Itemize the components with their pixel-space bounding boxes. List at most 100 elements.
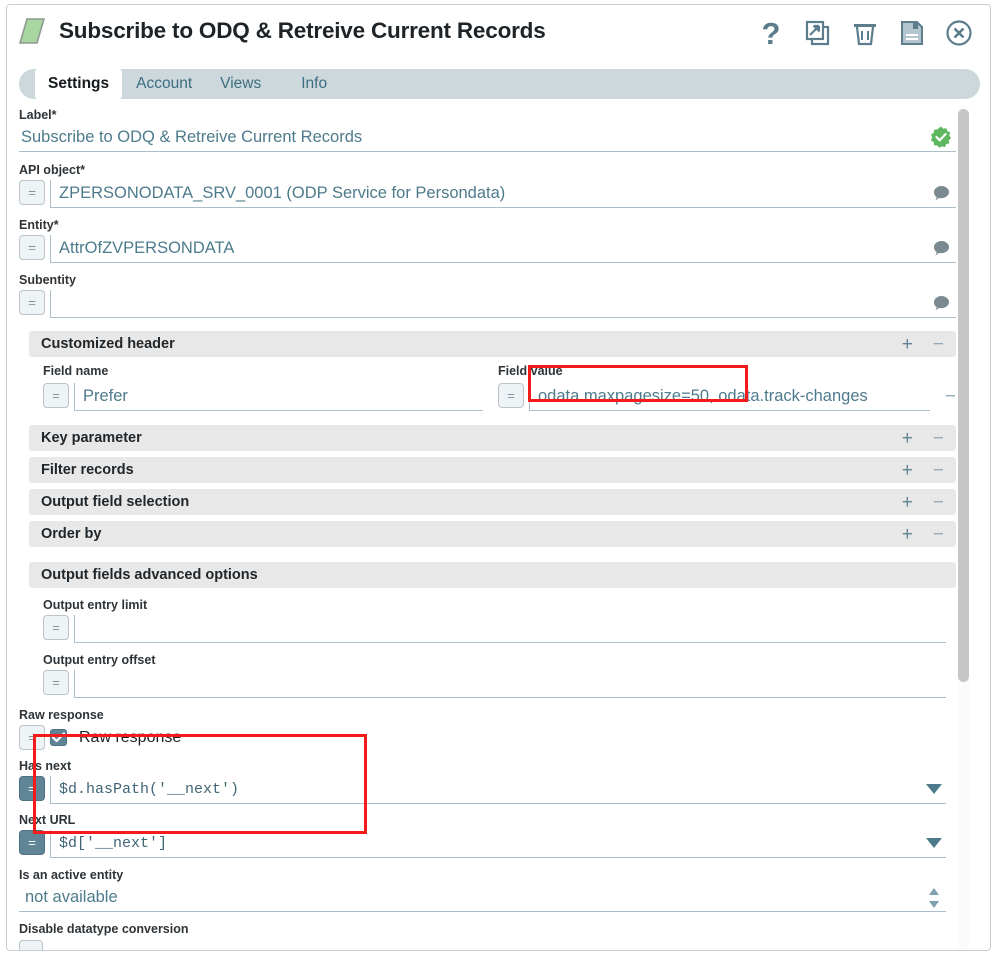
output-entry-limit-input[interactable] — [74, 615, 946, 643]
api-object-row: = ZPERSONODATA_SRV_0001 (ODP Service for… — [19, 180, 956, 208]
section-output-field-selection[interactable]: Output field selection + − — [29, 489, 956, 515]
field-value-input[interactable]: odata.maxpagesize=50, odata.track-change… — [529, 383, 930, 411]
next-url-formula-toggle[interactable]: = — [19, 830, 45, 855]
save-icon[interactable] — [897, 17, 927, 49]
section-output-fields-advanced-options[interactable]: Output fields advanced options — [29, 562, 956, 588]
tab-account[interactable]: Account — [122, 69, 206, 99]
output-entry-offset-caption: Output entry offset — [43, 653, 156, 667]
output-entry-limit-caption: Output entry limit — [43, 598, 148, 612]
raw-response-checkbox-label: Raw response — [79, 728, 182, 746]
comment-bubble-icon[interactable] — [933, 295, 950, 311]
duplicate-icon[interactable] — [803, 17, 833, 49]
next-url-caption: Next URL — [19, 813, 76, 827]
tab-views[interactable]: Views — [206, 69, 275, 99]
field-raw-response-group: Raw response = Raw response — [19, 707, 956, 750]
section-order-by-add-button[interactable]: + — [902, 525, 913, 544]
green-parallelogram-icon — [19, 18, 45, 44]
entity-input-value: AttrOfZVPERSONDATA — [59, 239, 235, 257]
output-entry-limit-formula-toggle[interactable]: = — [43, 615, 69, 640]
vertical-scrollbar[interactable] — [958, 105, 969, 950]
section-filter-records[interactable]: Filter records + − — [29, 457, 956, 483]
customized-header-remove-button[interactable]: − — [933, 335, 944, 354]
section-key-parameter-add-button[interactable]: + — [902, 429, 913, 448]
has-next-row: = $d.hasPath('__next') — [19, 776, 946, 804]
entity-caption: Entity* — [19, 218, 59, 232]
api-object-input-value: ZPERSONODATA_SRV_0001 (ODP Service for P… — [59, 184, 506, 202]
window-title: Subscribe to ODQ & Retreive Current Reco… — [59, 18, 546, 43]
is-active-entity-input[interactable]: not available — [19, 884, 946, 912]
tab-strip-wrapper: Settings Account Views Info — [19, 69, 980, 99]
subentity-input[interactable] — [50, 290, 956, 318]
output-entry-offset-formula-toggle[interactable]: = — [43, 670, 69, 695]
is-active-entity-row: not available — [19, 884, 946, 912]
section-key-parameter-remove-button[interactable]: − — [933, 429, 944, 448]
section-filter-records-remove-button[interactable]: − — [933, 461, 944, 480]
scrollbar-thumb[interactable] — [958, 109, 969, 682]
section-order-by-remove-button[interactable]: − — [933, 525, 944, 544]
tab-strip: Settings Account Views Info — [19, 69, 980, 99]
section-output-field-selection-remove-button[interactable]: − — [933, 493, 944, 512]
output-entry-limit-row: = — [43, 615, 946, 643]
tab-info[interactable]: Info — [287, 69, 341, 99]
entity-row: = AttrOfZVPERSONDATA — [19, 235, 956, 263]
disable-datatype-conversion-caption: Disable datatype conversion — [19, 922, 189, 936]
entity-formula-toggle[interactable]: = — [19, 235, 45, 260]
field-subentity-group: Subentity = — [19, 272, 956, 318]
section-key-parameter[interactable]: Key parameter + − — [29, 425, 956, 451]
chevron-down-icon[interactable] — [926, 838, 942, 848]
entity-input[interactable]: AttrOfZVPERSONDATA — [50, 235, 956, 263]
api-object-caption: API object* — [19, 163, 85, 177]
tab-settings[interactable]: Settings — [35, 69, 123, 99]
field-name-column-header: Field name — [43, 364, 109, 378]
customized-header-columns: Field name Field value — [43, 364, 956, 378]
subentity-row: = — [19, 290, 956, 318]
settings-form: Label* Subscribe to ODQ & Retreive Curre… — [19, 105, 956, 950]
section-filter-records-add-button[interactable]: + — [902, 461, 913, 480]
field-value-formula-toggle[interactable]: = — [498, 383, 524, 408]
field-value-column-header: Field value — [498, 364, 563, 378]
raw-response-formula-toggle[interactable]: = — [19, 725, 45, 750]
subentity-caption: Subentity — [19, 273, 76, 287]
raw-response-checkbox[interactable] — [50, 729, 67, 746]
has-next-input[interactable]: $d.hasPath('__next') — [50, 776, 946, 804]
api-object-formula-toggle[interactable]: = — [19, 180, 45, 205]
field-value-cell: = odata.maxpagesize=50, odata.track-chan… — [498, 383, 956, 411]
field-output-entry-limit-group: Output entry limit = — [43, 597, 956, 643]
has-next-caption: Has next — [19, 759, 72, 773]
raw-response-caption: Raw response — [19, 708, 104, 722]
close-icon[interactable] — [944, 17, 974, 49]
next-url-input[interactable]: $d['__next'] — [50, 830, 946, 858]
field-name-input[interactable]: Prefer — [74, 383, 483, 411]
output-entry-offset-input[interactable] — [74, 670, 946, 698]
customized-header-add-button[interactable]: + — [902, 335, 913, 354]
disable-datatype-conversion-checkbox[interactable] — [19, 940, 43, 950]
section-key-parameter-title: Key parameter — [41, 430, 142, 446]
label-input-value: Subscribe to ODQ & Retreive Current Reco… — [21, 128, 363, 146]
label-input[interactable]: Subscribe to ODQ & Retreive Current Reco… — [19, 124, 956, 152]
api-object-input[interactable]: ZPERSONODATA_SRV_0001 (ODP Service for P… — [50, 180, 956, 208]
next-url-row: = $d['__next'] — [19, 830, 946, 858]
delete-icon[interactable] — [850, 17, 880, 49]
comment-bubble-icon[interactable] — [933, 240, 950, 256]
chevron-down-icon[interactable] — [926, 784, 942, 794]
customized-header-section: Customized header + − Field name Field v… — [29, 331, 956, 411]
section-output-field-selection-title: Output field selection — [41, 494, 190, 510]
up-down-spinner-icon[interactable] — [928, 887, 940, 909]
help-icon[interactable]: ? — [756, 17, 786, 49]
customized-header-row-remove-button[interactable]: − — [945, 383, 956, 411]
field-entity-group: Entity* = AttrOfZVPERSONDATA — [19, 217, 956, 263]
has-next-formula-toggle[interactable]: = — [19, 776, 45, 801]
comment-bubble-icon[interactable] — [933, 185, 950, 201]
section-output-field-selection-add-button[interactable]: + — [902, 493, 913, 512]
dialog-window: Subscribe to ODQ & Retreive Current Reco… — [6, 4, 991, 951]
raw-response-row: = Raw response — [19, 725, 956, 750]
section-order-by[interactable]: Order by + − — [29, 521, 956, 547]
subentity-formula-toggle[interactable]: = — [19, 290, 45, 315]
field-name-input-value: Prefer — [83, 387, 128, 405]
check-icon — [52, 732, 65, 743]
has-next-input-value: $d.hasPath('__next') — [59, 781, 240, 798]
section-output-fields-advanced-options-title: Output fields advanced options — [41, 567, 258, 583]
field-has-next-group: Has next = $d.hasPath('__next') — [19, 758, 956, 804]
collapsed-sections: Key parameter + − Filter records + − Out… — [29, 425, 956, 547]
field-name-formula-toggle[interactable]: = — [43, 383, 69, 408]
